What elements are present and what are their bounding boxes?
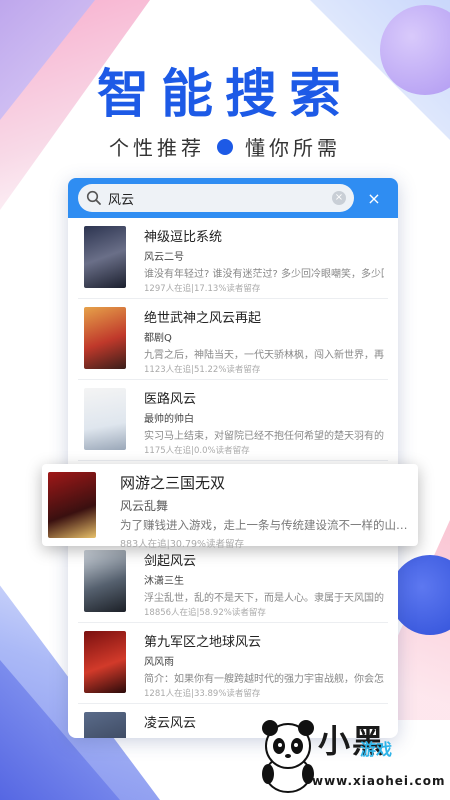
book-cover	[84, 388, 126, 450]
book-title: 神级逗比系统	[144, 230, 223, 245]
book-info: 医路风云 最帅的帅白 实习马上结束，对留院已经不抱任何希望的楚天羽有的… 117…	[144, 388, 384, 456]
list-item[interactable]: 绝世武神之风云再起 都剧Q 九霄之后，神陆当天，一代天骄林枫，闯入新世界，再度……	[78, 299, 388, 380]
book-info: 第九军区之地球风云 风风雨 简介：如果你有一艘跨越时代的强力宇宙战舰，你会怎… …	[144, 631, 384, 699]
brand-logo: 小黑 游戏 www.xiaohei.com	[252, 714, 446, 794]
tagline-right: 懂你所需	[245, 136, 341, 160]
book-cover	[84, 631, 126, 693]
book-cover	[84, 226, 126, 288]
book-title: 第九军区之地球风云	[144, 635, 262, 650]
book-stats: 1281人在追|33.89%读者留存	[144, 689, 261, 699]
book-author: 沐潇三生	[144, 576, 184, 587]
book-stats: 18856人在追|58.92%读者留存	[144, 608, 266, 618]
tagline-left: 个性推荐	[109, 136, 205, 160]
book-author: 都剧Q	[144, 333, 172, 344]
book-cover	[48, 472, 96, 538]
book-author: 风云乱舞	[120, 499, 169, 513]
book-stats: 883人在追|30.79%读者留存	[120, 539, 245, 550]
book-stats: 1123人在追|51.22%读者留存	[144, 365, 261, 375]
book-cover	[84, 550, 126, 612]
decor-circle	[390, 555, 450, 635]
book-stats: 1175人在追|0.0%读者留存	[144, 446, 250, 456]
list-item[interactable]: 剑起风云 沐潇三生 浮尘乱世，乱的不是天下，而是人心。隶属于天风国的… 1885…	[78, 542, 388, 623]
book-desc: 浮尘乱世，乱的不是天下，而是人心。隶属于天风国的…	[144, 593, 384, 604]
tagline: 个性推荐 懂你所需	[0, 132, 450, 161]
book-desc: 谁没有年轻过? 谁没有迷茫过? 多少回冷眼嘲笑，多少回…	[144, 269, 384, 280]
book-info: 网游之三国无双 风云乱舞 为了赚钱进入游戏，走上一条与传统建设流不一样的山… 8…	[120, 472, 416, 550]
book-title: 医路风云	[144, 392, 197, 407]
book-author: 风风雨	[144, 657, 174, 668]
book-title: 剑起风云	[144, 554, 197, 569]
list-item[interactable]: 神级逗比系统 风云二号 谁没有年轻过? 谁没有迷茫过? 多少回冷眼嘲笑，多少回……	[78, 218, 388, 299]
book-author: 最帅的帅白	[144, 414, 194, 425]
book-desc: 为了赚钱进入游戏，走上一条与传统建设流不一样的山…	[120, 518, 408, 532]
list-item[interactable]: 第九军区之地球风云 风风雨 简介：如果你有一艘跨越时代的强力宇宙战舰，你会怎… …	[78, 623, 388, 704]
book-desc: 实习马上结束，对留院已经不抱任何希望的楚天羽有的…	[144, 431, 384, 442]
brand-url: www.xiaohei.com	[312, 774, 446, 788]
search-bar: × ×	[68, 178, 398, 218]
search-icon	[86, 190, 101, 205]
book-title: 绝世武神之风云再起	[144, 311, 262, 326]
book-title: 网游之三国无双	[120, 474, 226, 492]
close-icon[interactable]: ×	[360, 189, 388, 208]
search-input[interactable]	[108, 190, 332, 206]
book-cover	[84, 307, 126, 369]
search-field[interactable]: ×	[78, 184, 354, 212]
page-headline: 智能搜索	[96, 65, 353, 125]
phone-screen: × × 神级逗比系统 风云二号 谁没有年轻过? 谁没有迷茫过? 多少回冷眼嘲笑，…	[68, 178, 398, 738]
book-author: 风云二号	[144, 252, 184, 263]
tagline-dot	[217, 138, 233, 155]
list-item[interactable]: 医路风云 最帅的帅白 实习马上结束，对留院已经不抱任何希望的楚天羽有的… 117…	[78, 380, 388, 461]
book-cover	[84, 712, 126, 738]
book-info: 绝世武神之风云再起 都剧Q 九霄之后，神陆当天，一代天骄林枫，闯入新世界，再度……	[144, 307, 384, 375]
clear-icon[interactable]: ×	[332, 191, 346, 205]
book-desc: 简介：如果你有一艘跨越时代的强力宇宙战舰，你会怎…	[144, 674, 384, 685]
book-info: 剑起风云 沐潇三生 浮尘乱世，乱的不是天下，而是人心。隶属于天风国的… 1885…	[144, 550, 384, 618]
book-info: 神级逗比系统 风云二号 谁没有年轻过? 谁没有迷茫过? 多少回冷眼嘲笑，多少回……	[144, 226, 384, 294]
book-desc: 九霄之后，神陆当天，一代天骄林枫，闯入新世界，再度…	[144, 350, 384, 361]
featured-result-card[interactable]: 网游之三国无双 风云乱舞 为了赚钱进入游戏，走上一条与传统建设流不一样的山… 8…	[42, 464, 418, 550]
brand-subtitle: 游戏	[360, 740, 393, 759]
book-stats: 1297人在追|17.13%读者留存	[144, 284, 261, 294]
